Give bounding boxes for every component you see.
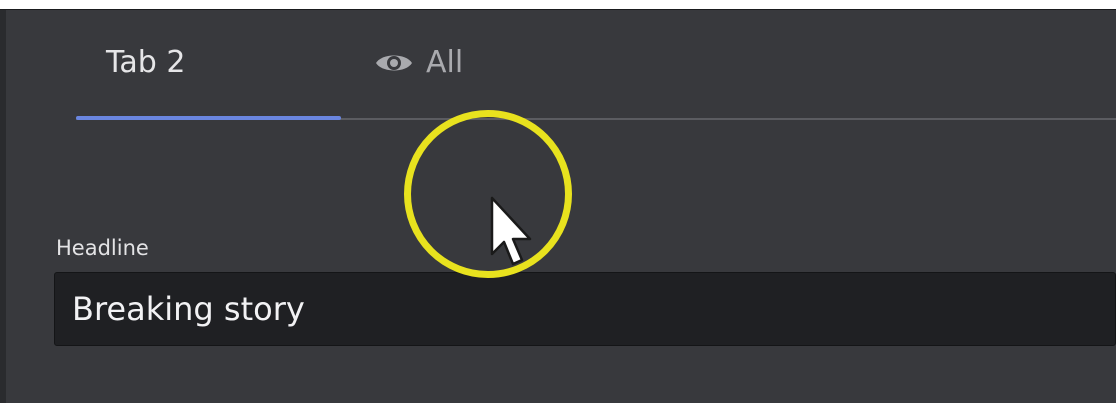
tab-all-label: All: [426, 44, 464, 80]
top-strip: [0, 0, 1116, 9]
headline-input[interactable]: Breaking story: [54, 272, 1116, 346]
tab-2[interactable]: Tab 2: [106, 44, 185, 80]
tab-all[interactable]: All: [374, 44, 463, 80]
headline-label: Headline: [56, 236, 149, 260]
active-tab-indicator: [76, 116, 341, 120]
tab-bar: Tab 2 All: [76, 10, 1116, 120]
tab-2-label: Tab 2: [106, 44, 186, 80]
eye-icon: [374, 49, 414, 75]
panel-left-edge: [0, 10, 6, 403]
cursor-highlight-ring: [404, 110, 572, 278]
headline-input-value: Breaking story: [72, 290, 305, 328]
editor-panel: Tab 2 All Headline Breaking story: [0, 9, 1116, 403]
mouse-pointer-icon: [490, 196, 532, 266]
